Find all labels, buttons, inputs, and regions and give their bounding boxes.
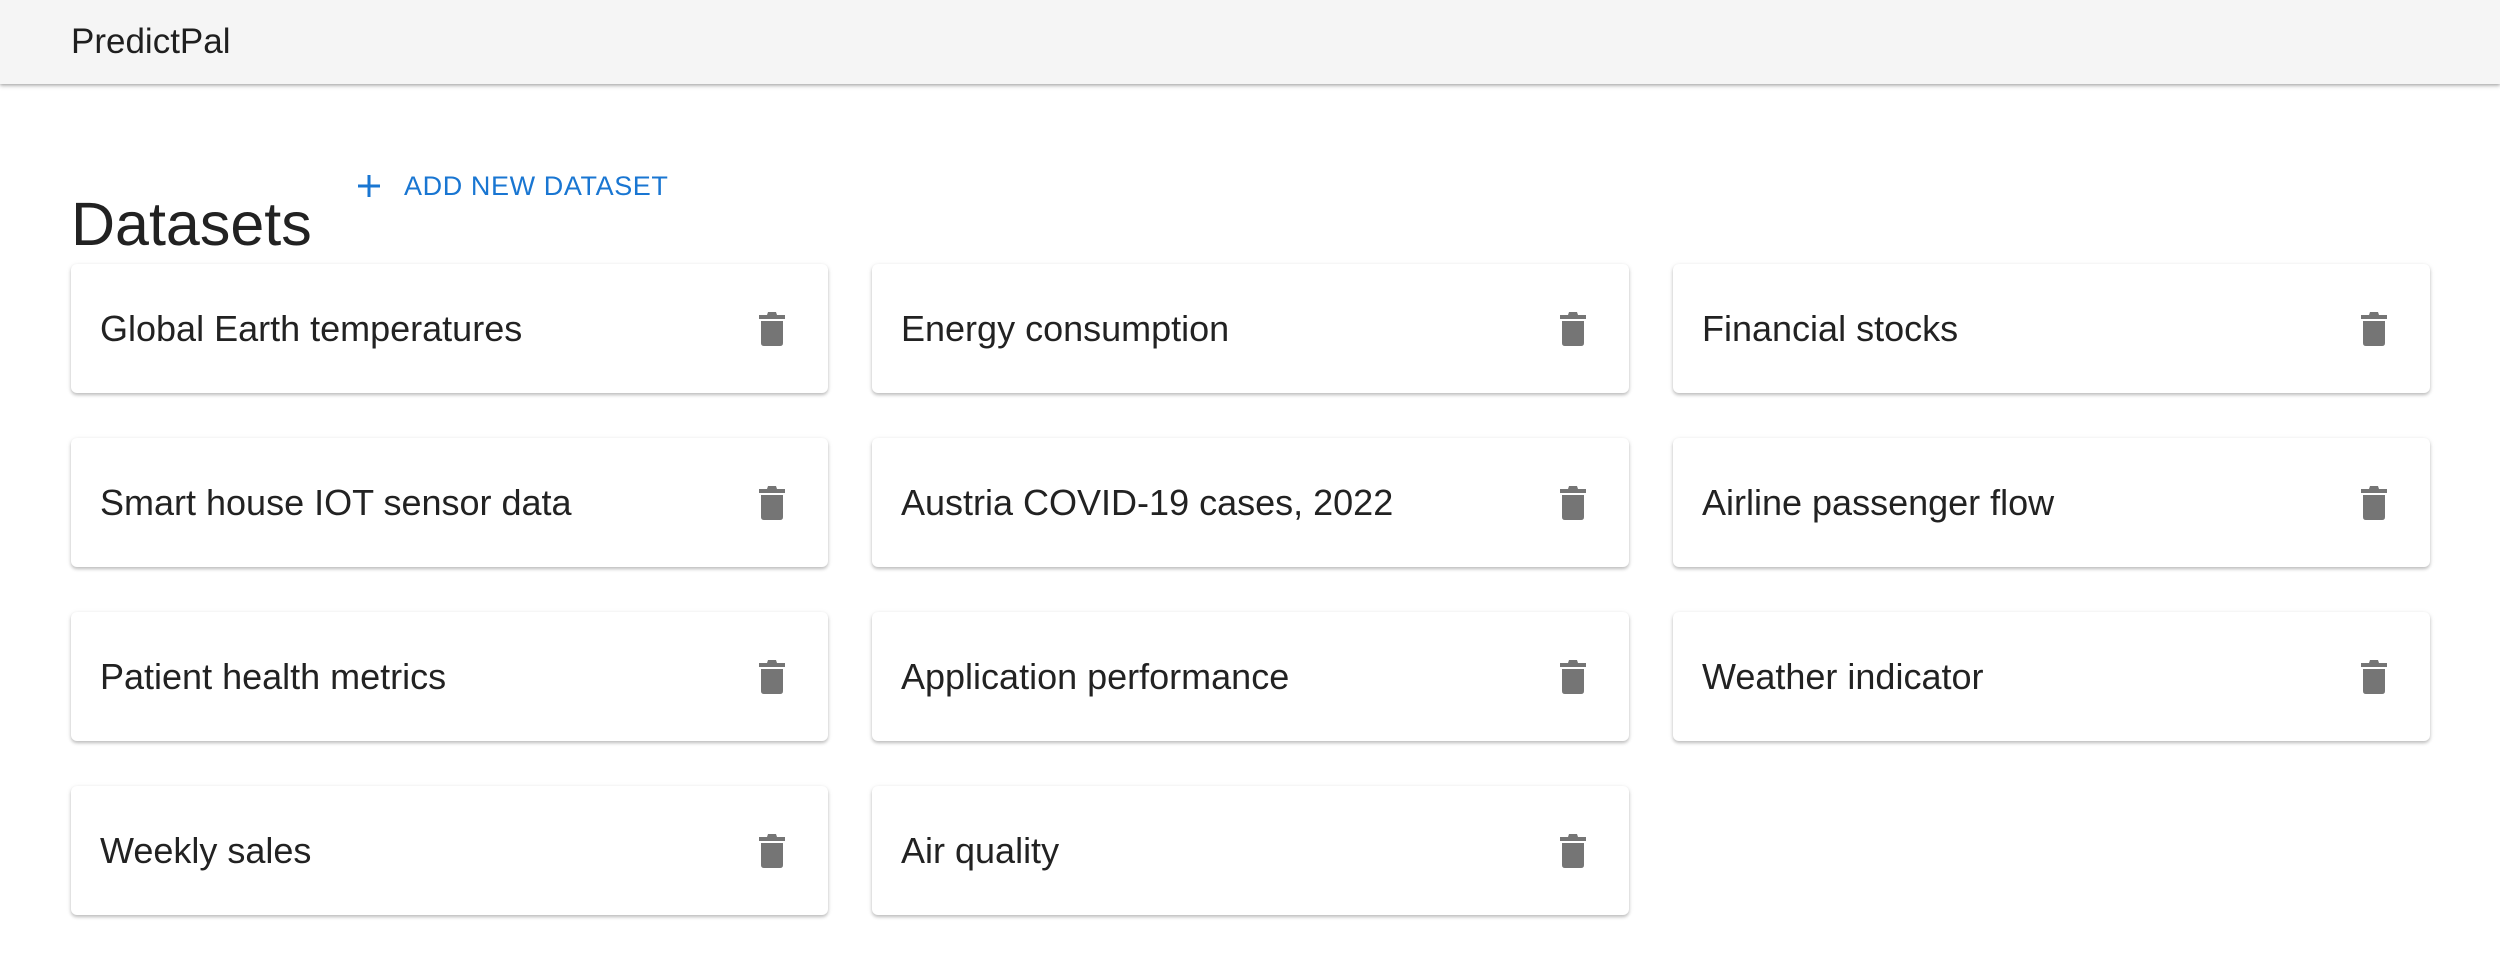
trash-icon <box>1560 834 1586 868</box>
delete-dataset-button[interactable] <box>1552 830 1594 872</box>
trash-icon <box>2361 312 2387 346</box>
delete-dataset-button[interactable] <box>751 656 793 698</box>
dataset-card[interactable]: Global Earth temperatures <box>71 264 828 393</box>
dataset-card[interactable]: Weekly sales <box>71 786 828 915</box>
add-new-dataset-label: ADD NEW DATASET <box>404 170 669 201</box>
delete-dataset-button[interactable] <box>1552 482 1594 524</box>
dataset-name: Airline passenger flow <box>1702 482 2055 523</box>
plus-icon <box>358 175 380 197</box>
dataset-name: Smart house IOT sensor data <box>100 482 572 523</box>
dataset-card[interactable]: Energy consumption <box>872 264 1629 393</box>
dataset-name: Air quality <box>901 830 1060 871</box>
dataset-card[interactable]: Weather indicator <box>1673 612 2430 741</box>
dataset-card[interactable]: Airline passenger flow <box>1673 438 2430 567</box>
trash-icon <box>759 486 785 520</box>
delete-dataset-button[interactable] <box>2353 482 2395 524</box>
delete-dataset-button[interactable] <box>751 308 793 350</box>
dataset-name: Energy consumption <box>901 308 1230 349</box>
delete-dataset-button[interactable] <box>2353 308 2395 350</box>
dataset-name: Global Earth temperatures <box>100 308 523 349</box>
delete-dataset-button[interactable] <box>751 830 793 872</box>
trash-icon <box>759 834 785 868</box>
dataset-card[interactable]: Smart house IOT sensor data <box>71 438 828 567</box>
dataset-card[interactable]: Austria COVID-19 cases, 2022 <box>872 438 1629 567</box>
dataset-name: Application performance <box>901 656 1290 697</box>
dataset-card[interactable]: Patient health metrics <box>71 612 828 741</box>
delete-dataset-button[interactable] <box>751 482 793 524</box>
page-title: Datasets <box>71 189 312 258</box>
trash-icon <box>1560 660 1586 694</box>
trash-icon <box>2361 486 2387 520</box>
delete-dataset-button[interactable] <box>1552 308 1594 350</box>
trash-icon <box>1560 312 1586 346</box>
dataset-card[interactable]: Application performance <box>872 612 1629 741</box>
trash-icon <box>759 660 785 694</box>
dataset-name: Weather indicator <box>1702 656 1984 697</box>
app-title: PredictPal <box>71 22 231 61</box>
delete-dataset-button[interactable] <box>2353 656 2395 698</box>
dataset-card[interactable]: Financial stocks <box>1673 264 2430 393</box>
dataset-name: Austria COVID-19 cases, 2022 <box>901 482 1394 523</box>
add-new-dataset-button[interactable]: ADD NEW DATASET <box>352 164 669 208</box>
trash-icon <box>759 312 785 346</box>
dataset-name: Patient health metrics <box>100 656 447 697</box>
trash-icon <box>2361 660 2387 694</box>
app-bar: PredictPal <box>0 0 2500 84</box>
dataset-name: Weekly sales <box>100 830 312 871</box>
dataset-card[interactable]: Air quality <box>872 786 1629 915</box>
dataset-name: Financial stocks <box>1702 308 1959 349</box>
trash-icon <box>1560 486 1586 520</box>
delete-dataset-button[interactable] <box>1552 656 1594 698</box>
